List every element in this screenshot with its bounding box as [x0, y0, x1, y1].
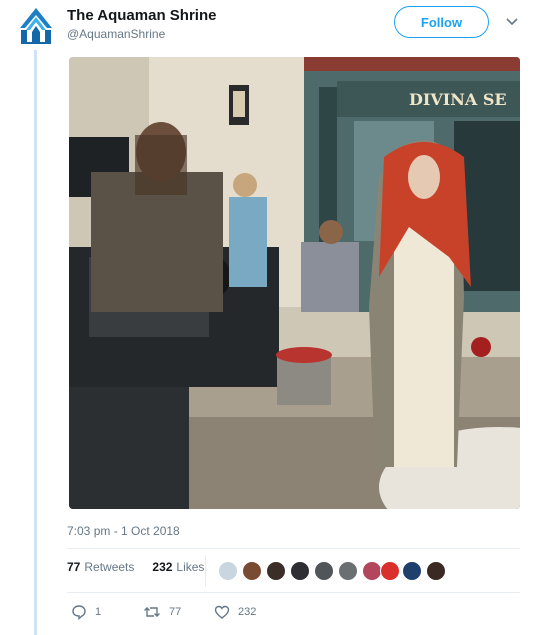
tweet-timestamp[interactable]: 7:03 pm - 1 Oct 2018 — [67, 524, 180, 538]
author-handle[interactable]: @AquamanShrine — [67, 27, 165, 41]
tweet-photo[interactable]: DIVINA SE — [69, 57, 520, 509]
divider-bottom — [67, 592, 520, 593]
liker-avatar-10[interactable] — [426, 561, 446, 581]
liker-avatar-8[interactable] — [380, 561, 400, 581]
liker-avatar-5[interactable] — [314, 561, 334, 581]
liker-avatar-1[interactable] — [218, 561, 238, 581]
reply-icon — [72, 605, 86, 620]
follow-button[interactable]: Follow — [394, 6, 489, 38]
retweet-count: 77 — [169, 606, 182, 618]
liker-avatar-9[interactable] — [402, 561, 422, 581]
likes-label[interactable]: Likes — [176, 560, 204, 574]
reply-count: 1 — [95, 606, 102, 618]
retweets-label[interactable]: Retweets — [84, 560, 134, 574]
like-count: 232 — [238, 606, 257, 618]
reply-button[interactable]: 1 — [71, 604, 101, 620]
likes-count[interactable]: 232 — [152, 560, 172, 574]
liker-avatar-7[interactable] — [362, 561, 382, 581]
like-button[interactable]: 232 — [214, 604, 256, 620]
tweet-actions: 1 77 232 — [0, 604, 544, 624]
heart-icon — [214, 605, 230, 619]
retweet-icon — [144, 607, 160, 617]
author-name[interactable]: The Aquaman Shrine — [67, 7, 216, 24]
aquaman-logo-icon[interactable] — [18, 6, 54, 46]
divider-top — [67, 548, 520, 549]
stats-separator — [205, 555, 206, 587]
liker-avatar-2[interactable] — [242, 561, 262, 581]
conversation-thread-line — [34, 50, 37, 635]
chevron-down-icon[interactable] — [505, 15, 519, 29]
liker-avatar-3[interactable] — [266, 561, 286, 581]
retweets-count[interactable]: 77 — [67, 560, 80, 574]
liker-avatar-4[interactable] — [290, 561, 310, 581]
engagement-stats: 77 Retweets 232 Likes — [67, 560, 204, 574]
liker-avatar-6[interactable] — [338, 561, 358, 581]
storefront-sign: DIVINA SE — [409, 90, 507, 109]
retweet-button[interactable]: 77 — [143, 604, 181, 620]
